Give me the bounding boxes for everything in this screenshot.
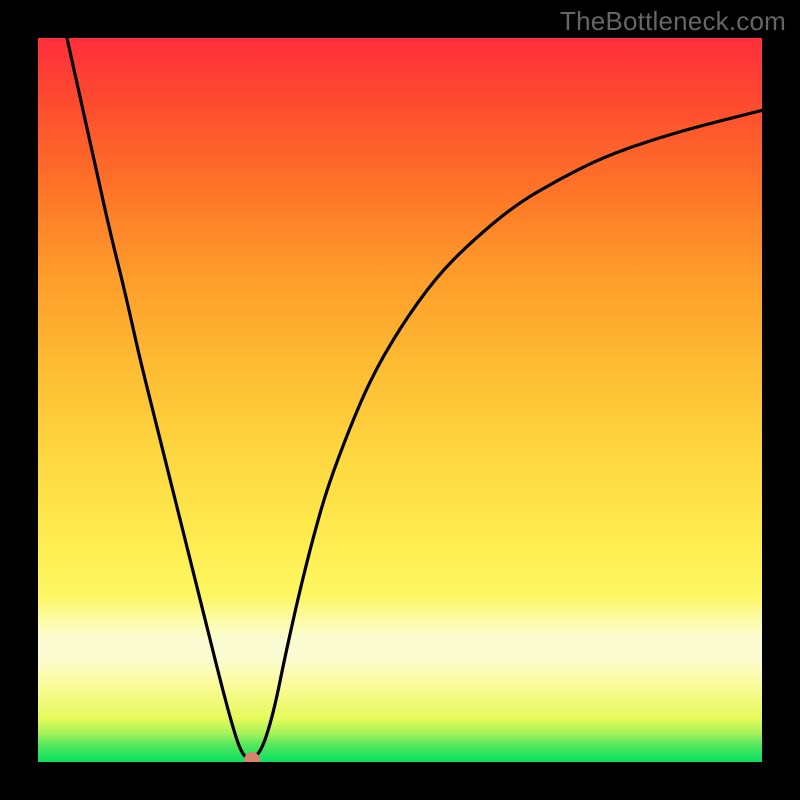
watermark-text: TheBottleneck.com xyxy=(560,6,786,37)
chart-frame: TheBottleneck.com xyxy=(0,0,800,800)
plot-area xyxy=(38,38,762,762)
bottleneck-curve xyxy=(38,38,762,762)
optimum-marker-dot xyxy=(244,752,260,762)
